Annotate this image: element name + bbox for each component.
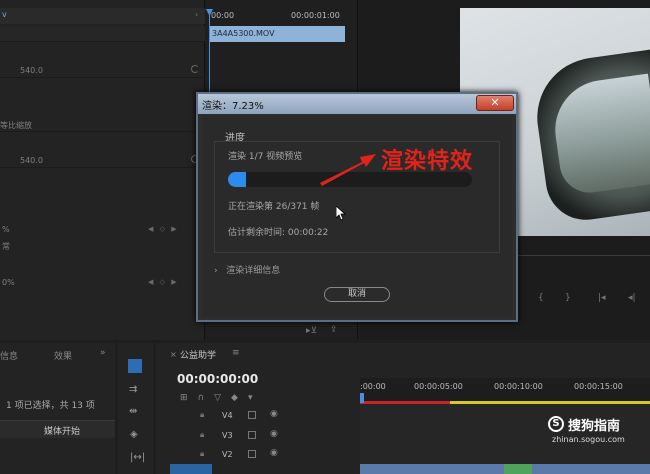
lock-icon[interactable]: 🔒︎ [200, 449, 204, 459]
track-row: 🔒︎ V2 ◉ [160, 446, 358, 464]
lock-icon[interactable]: 🔒︎ [200, 410, 204, 420]
keyframe-controls[interactable]: ◀ ◇ ▶ [148, 278, 179, 286]
position-value[interactable]: 540.0 [20, 66, 43, 75]
details-label: 渲染详细信息 [226, 266, 281, 276]
keyframe-controls[interactable]: ◀ ◇ ▶ [148, 225, 179, 233]
export-icon[interactable]: ⇪ [330, 325, 338, 335]
track-row: 🔒︎ V3 ◉ [160, 427, 358, 445]
clip-green[interactable] [504, 464, 532, 474]
ec-timecode-end: 00:00:01:00 [291, 11, 340, 20]
go-to-in-icon[interactable]: |◂ [598, 293, 606, 303]
progress-bar-fill [228, 172, 246, 187]
ec-timecode-start: 00:00 [211, 11, 235, 20]
track-name: V4 [222, 411, 233, 420]
sequence-tab[interactable]: 公益助学 [180, 348, 216, 361]
position-row: 540.0 [0, 62, 205, 78]
column-header-media-start[interactable]: 媒体开始 [44, 424, 80, 437]
speed-percent[interactable]: 0% [2, 278, 15, 287]
filter-icon[interactable]: ▸⊻ [306, 326, 317, 336]
selection-status: 1 项已选择，共 13 项 [6, 401, 95, 411]
track-name: V3 [222, 431, 233, 440]
ruler-label: :00:00 [360, 382, 386, 391]
blend-mode[interactable]: 常 [2, 241, 10, 252]
monitor-divider [515, 255, 650, 256]
razor-tool-icon[interactable]: ◈ [130, 429, 138, 440]
eye-icon[interactable]: ◉ [270, 429, 278, 439]
sync-icon[interactable] [248, 450, 256, 458]
close-icon[interactable]: × [170, 350, 177, 359]
timeline-playhead[interactable] [360, 393, 364, 403]
ec-clip[interactable]: 3A4A5300.MOV [209, 26, 345, 42]
tab-info[interactable]: 信息 [0, 349, 18, 362]
chevron-right-icon[interactable]: › [195, 10, 198, 19]
watermark-url: zhinan.sogou.com [552, 435, 625, 444]
chevron-right-icon: › [214, 266, 218, 276]
reset-icon[interactable] [191, 65, 199, 73]
cancel-button[interactable]: 取消 [324, 287, 390, 302]
sync-icon[interactable] [248, 411, 256, 419]
uniform-scale-label[interactable]: 等比缩放 [0, 120, 32, 131]
ruler-label: 00:00:15:00 [574, 382, 623, 391]
eye-icon[interactable]: ◉ [270, 448, 278, 458]
mouse-cursor-icon [336, 206, 346, 221]
frame-status-text: 正在渲染第 26/371 帧 [228, 202, 320, 212]
dialog-title: 渲染：7.23% [202, 101, 264, 112]
details-toggle[interactable]: › 渲染详细信息 [214, 263, 280, 276]
panel-menu-icon[interactable]: » [100, 348, 106, 358]
ruler-label: 00:00:05:00 [414, 382, 463, 391]
mark-out-icon[interactable]: } [565, 293, 571, 303]
clip-name: 3A4A5300.MOV [212, 29, 275, 38]
track-select-tool-icon[interactable]: ⇉ [129, 384, 137, 395]
timeline-timecode[interactable]: 00:00:00:00 [177, 372, 258, 386]
timeline-tool-icons[interactable]: ⊞∩▽◆▾ [180, 393, 263, 403]
mark-in-icon[interactable]: { [538, 293, 544, 303]
effect-row [0, 26, 205, 42]
slip-tool-icon[interactable]: |↔| [130, 452, 145, 463]
uniform-scale-row: 等比缩放 [0, 116, 205, 132]
effect-header-row: v › [0, 8, 205, 24]
anchor-value[interactable]: 540.0 [20, 156, 43, 165]
annotation-arrow [320, 154, 376, 186]
lock-icon[interactable]: 🔒︎ [200, 430, 204, 440]
step-back-icon[interactable]: ◂| [628, 293, 636, 303]
selection-tool-icon[interactable] [128, 359, 142, 373]
eye-icon[interactable]: ◉ [270, 409, 278, 419]
column-header-row: 媒体开始 [0, 420, 115, 438]
ripple-edit-tool-icon[interactable]: ⇹ [129, 406, 137, 417]
track-row: 🔒︎ V4 ◉ [160, 407, 358, 425]
anchor-row: 540.0 [0, 152, 205, 168]
watermark: S 搜狗指南 zhinan.sogou.com [548, 414, 648, 448]
close-icon: ✕ [490, 96, 500, 109]
sync-icon[interactable] [248, 431, 256, 439]
time-remaining-text: 估计剩余时间: 00:00:22 [228, 228, 329, 238]
close-button[interactable]: ✕ [476, 95, 514, 111]
sogou-logo-icon: S [548, 416, 564, 432]
tab-effects[interactable]: 效果 [54, 349, 72, 362]
ec-playhead[interactable] [209, 12, 210, 98]
track-target-v1[interactable] [170, 464, 212, 474]
effect-header-arrow[interactable]: v [2, 10, 7, 19]
ruler-label: 00:00:10:00 [494, 382, 543, 391]
render-step-text: 渲染 1/7 视频预览 [228, 152, 303, 162]
annotation-text: 渲染特效 [381, 148, 474, 174]
track-name: V2 [222, 450, 233, 459]
watermark-brand: 搜狗指南 [568, 419, 621, 434]
opacity-percent[interactable]: % [2, 225, 10, 234]
effect-controls-panel [0, 0, 205, 340]
menu-icon[interactable]: ≡ [232, 348, 240, 358]
